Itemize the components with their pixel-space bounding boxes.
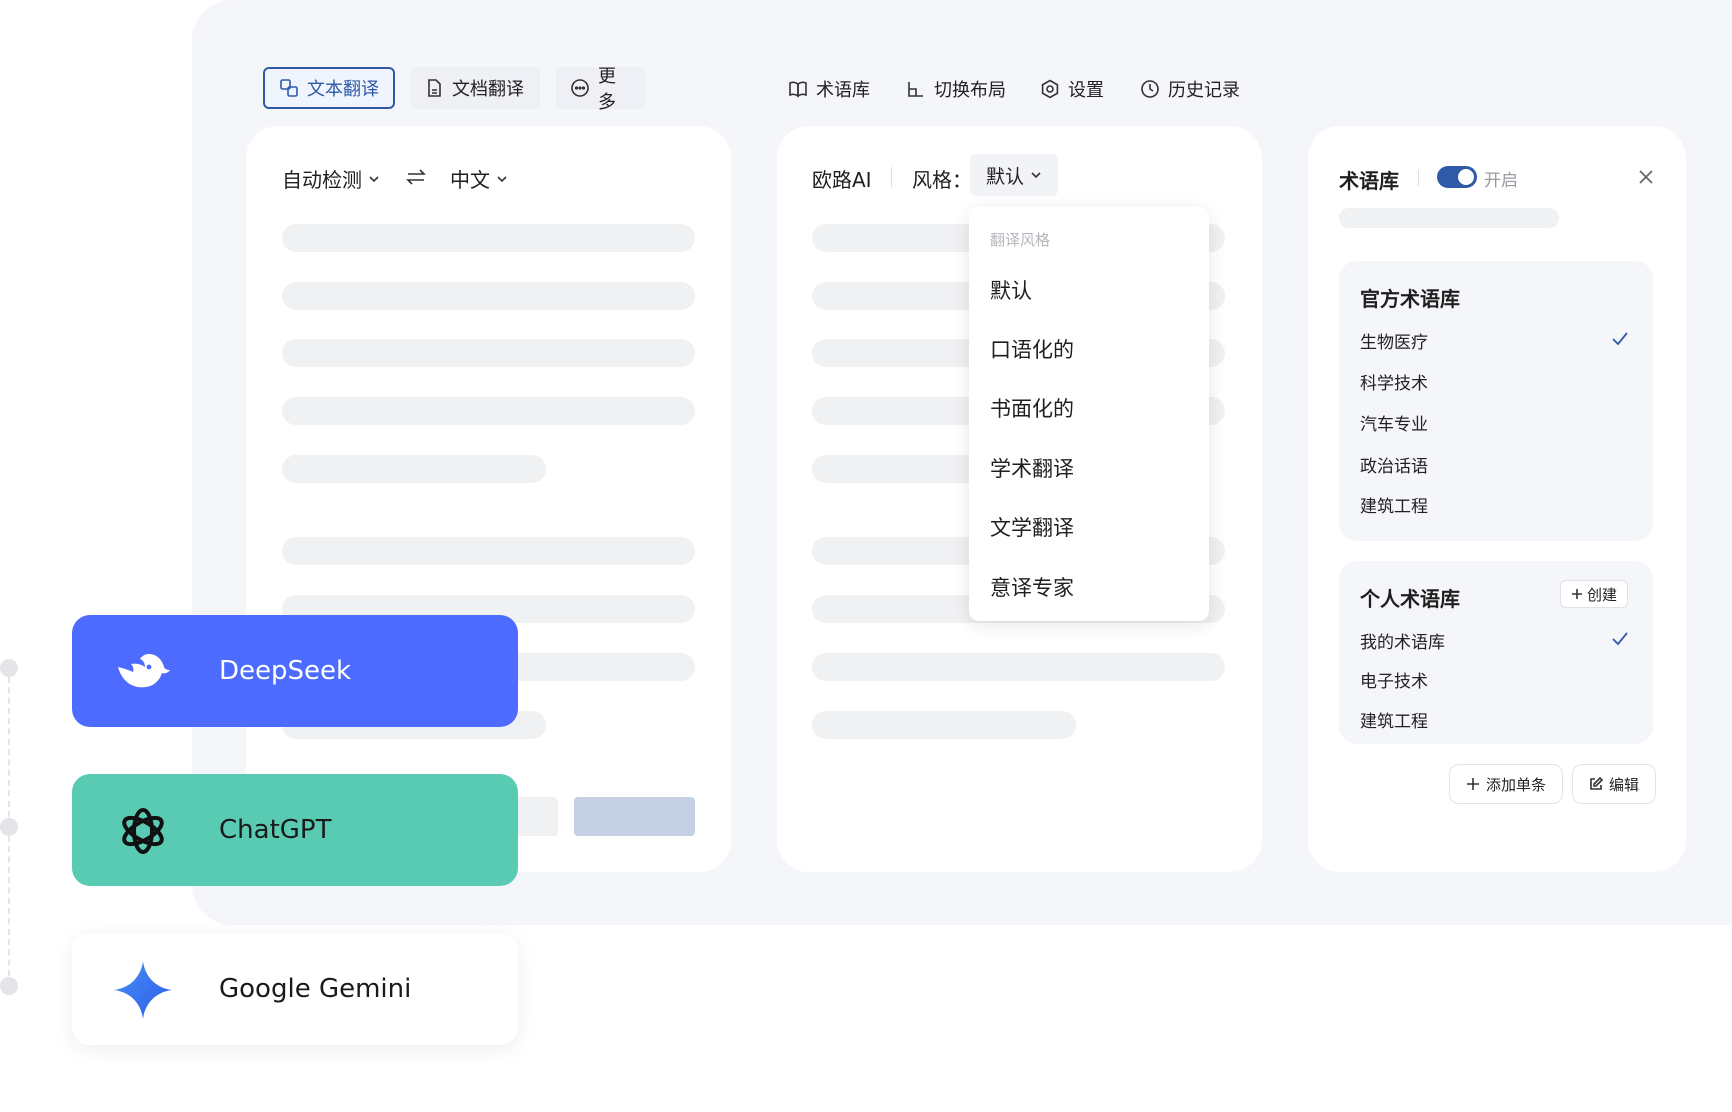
glossary-item[interactable]: 建筑工程 xyxy=(1360,492,1428,517)
action-label: 设置 xyxy=(1068,80,1104,101)
source-language-label: 自动检测 xyxy=(282,168,362,192)
glossary-title: 术语库 xyxy=(1339,169,1399,193)
add-entry-button[interactable]: 添加单条 xyxy=(1449,764,1564,804)
style-dropdown-menu: 翻译风格 默认 口语化的 书面化的 学术翻译 文学翻译 意译专家 xyxy=(969,207,1209,621)
model-name: ChatGPT xyxy=(219,815,332,845)
target-language-select[interactable]: 中文 xyxy=(450,164,508,193)
skeleton-line xyxy=(282,397,695,425)
tab-more[interactable]: 更多 xyxy=(556,66,646,113)
translate-button-placeholder[interactable] xyxy=(574,797,695,836)
official-glossary-title: 官方术语库 xyxy=(1360,287,1460,311)
check-icon xyxy=(1612,332,1628,346)
style-option[interactable]: 口语化的 xyxy=(990,334,1074,364)
toggle-knob xyxy=(1458,169,1474,185)
glossary-item[interactable]: 政治话语 xyxy=(1360,452,1428,477)
personal-glossary-card: 个人术语库 创建 我的术语库 电子技术 建筑工程 xyxy=(1339,561,1653,744)
model-name: Google Gemini xyxy=(219,974,412,1004)
tab-document-translate[interactable]: 文档翻译 xyxy=(410,67,540,109)
layout-icon xyxy=(908,82,923,97)
chevron-down-icon xyxy=(1031,172,1041,179)
model-card-deepseek[interactable]: DeepSeek xyxy=(72,615,518,727)
source-language-select[interactable]: 自动检测 xyxy=(282,164,380,193)
style-option[interactable]: 学术翻译 xyxy=(990,453,1074,483)
create-label: 创建 xyxy=(1587,585,1618,604)
tab-label: 文档翻译 xyxy=(452,79,524,100)
divider xyxy=(891,167,892,187)
timeline-dot xyxy=(0,818,18,836)
gemini-icon xyxy=(114,961,172,1019)
history-icon xyxy=(1141,80,1159,98)
swap-icon[interactable] xyxy=(405,166,427,188)
skeleton-line xyxy=(282,537,695,565)
switch-layout-button[interactable]: 切换布局 xyxy=(892,68,1020,110)
style-option[interactable]: 意译专家 xyxy=(990,572,1074,602)
add-entry-label: 添加单条 xyxy=(1486,775,1547,794)
style-option[interactable]: 文学翻译 xyxy=(990,512,1074,542)
timeline-dot xyxy=(0,659,18,677)
more-icon xyxy=(571,79,589,97)
glossary-item[interactable]: 我的术语库 xyxy=(1360,628,1445,653)
check-icon xyxy=(1612,632,1628,646)
plus-icon xyxy=(1572,589,1582,599)
settings-icon xyxy=(1041,79,1059,99)
personal-glossary-title: 个人术语库 xyxy=(1360,587,1460,611)
model-card-gemini[interactable]: Google Gemini xyxy=(72,933,518,1045)
timeline-connector xyxy=(8,836,10,976)
book-icon xyxy=(789,81,807,98)
model-name: DeepSeek xyxy=(219,656,352,686)
tab-label: 更多 xyxy=(598,66,616,113)
style-select[interactable]: 默认 xyxy=(970,154,1059,196)
settings-button[interactable]: 设置 xyxy=(1026,68,1118,110)
action-label: 术语库 xyxy=(816,80,870,101)
deepseek-icon xyxy=(118,654,170,688)
style-option[interactable]: 默认 xyxy=(990,275,1032,305)
skeleton-line xyxy=(812,653,1225,681)
glossary-item[interactable]: 电子技术 xyxy=(1360,667,1428,692)
close-icon[interactable] xyxy=(1636,167,1656,187)
chevron-down-icon xyxy=(497,175,507,182)
create-glossary-button[interactable]: 创建 xyxy=(1560,580,1629,608)
glossary-button[interactable]: 术语库 xyxy=(774,68,884,110)
chatgpt-icon xyxy=(122,808,164,854)
chevron-down-icon xyxy=(369,175,379,182)
action-label: 切换布局 xyxy=(934,80,1006,101)
glossary-item[interactable]: 汽车专业 xyxy=(1360,410,1428,435)
timeline-dot xyxy=(0,977,18,995)
edit-icon xyxy=(1590,777,1603,790)
divider xyxy=(1418,170,1419,186)
skeleton-line xyxy=(282,282,695,310)
edit-button[interactable]: 编辑 xyxy=(1572,764,1657,804)
skeleton-line xyxy=(1339,208,1559,228)
text-translate-icon xyxy=(280,79,298,97)
skeleton-line xyxy=(282,224,695,252)
edit-label: 编辑 xyxy=(1609,775,1640,794)
action-label: 历史记录 xyxy=(1168,80,1240,101)
engine-label: 欧路AI xyxy=(812,168,872,192)
style-option[interactable]: 书面化的 xyxy=(990,393,1074,423)
glossary-item[interactable]: 建筑工程 xyxy=(1360,707,1428,732)
history-button[interactable]: 历史记录 xyxy=(1126,68,1254,110)
style-label: 风格： xyxy=(912,168,972,192)
target-language-label: 中文 xyxy=(450,168,490,192)
glossary-item[interactable]: 科学技术 xyxy=(1360,369,1428,394)
skeleton-line xyxy=(282,339,695,367)
tab-text-translate[interactable]: 文本翻译 xyxy=(263,67,395,109)
plus-icon xyxy=(1467,778,1479,790)
dropdown-title: 翻译风格 xyxy=(990,231,1051,249)
glossary-toggle[interactable] xyxy=(1437,166,1477,188)
glossary-item[interactable]: 生物医疗 xyxy=(1360,328,1428,353)
model-card-chatgpt[interactable]: ChatGPT xyxy=(72,774,518,886)
official-glossary-card: 官方术语库 生物医疗 科学技术 汽车专业 政治话语 建筑工程 xyxy=(1339,261,1653,541)
timeline-connector xyxy=(8,677,10,817)
document-icon xyxy=(428,79,441,97)
skeleton-line xyxy=(282,455,546,483)
style-select-value: 默认 xyxy=(986,165,1025,188)
skeleton-line xyxy=(812,711,1076,739)
tab-label: 文本翻译 xyxy=(307,79,379,100)
toggle-label: 开启 xyxy=(1484,171,1518,191)
